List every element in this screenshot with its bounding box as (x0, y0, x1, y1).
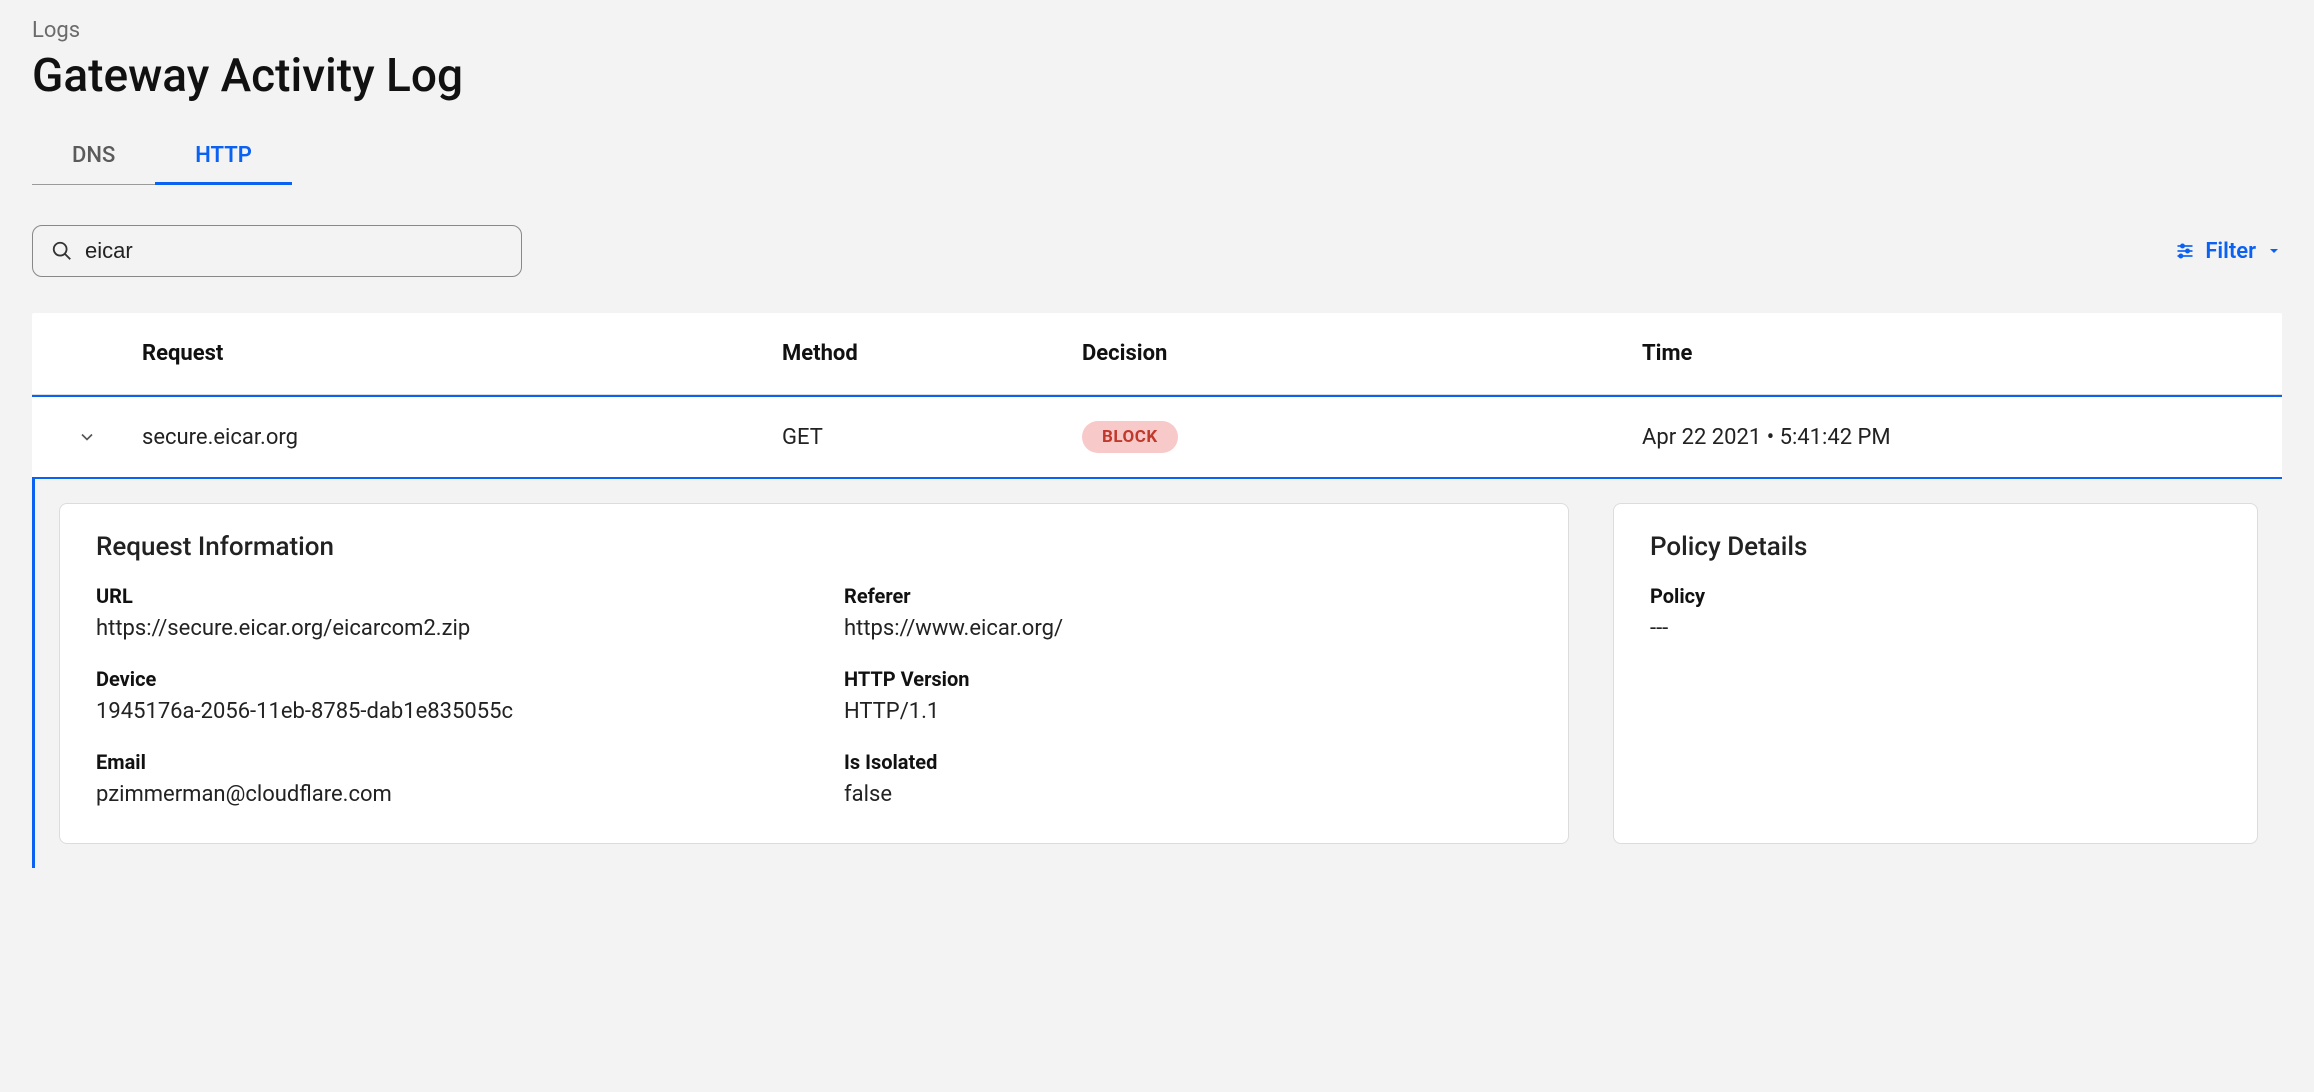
search-icon (51, 240, 73, 262)
policy-details-panel: Policy Details Policy --- (1613, 503, 2258, 844)
caret-down-icon (2266, 243, 2282, 259)
request-info-title: Request Information (96, 532, 1532, 562)
log-table: Request Method Decision Time secure.eica… (32, 313, 2282, 868)
email-value: pzimmerman@cloudflare.com (96, 782, 784, 807)
device-label: Device (96, 667, 784, 691)
col-method: Method (782, 341, 1082, 366)
decision-badge: BLOCK (1082, 421, 1178, 453)
search-input[interactable] (85, 238, 503, 264)
filter-sliders-icon (2175, 241, 2195, 261)
filter-label: Filter (2205, 239, 2256, 264)
table-row[interactable]: secure.eicar.org GET BLOCK Apr 22 2021 •… (32, 395, 2282, 479)
table-header: Request Method Decision Time (32, 313, 2282, 395)
referer-value: https://www.eicar.org/ (844, 616, 1532, 641)
referer-label: Referer (844, 584, 1532, 608)
request-info-panel: Request Information URL https://secure.e… (59, 503, 1569, 844)
http-version-label: HTTP Version (844, 667, 1532, 691)
col-request: Request (142, 341, 782, 366)
cell-request: secure.eicar.org (142, 425, 782, 450)
tab-http[interactable]: HTTP (155, 133, 292, 185)
device-value: 1945176a-2056-11eb-8785-dab1e835055c (96, 699, 784, 724)
policy-label: Policy (1650, 584, 2221, 608)
url-label: URL (96, 584, 784, 608)
url-value: https://secure.eicar.org/eicarcom2.zip (96, 616, 784, 641)
page-title: Gateway Activity Log (32, 49, 2282, 103)
chevron-down-icon[interactable] (77, 427, 97, 447)
tab-dns[interactable]: DNS (32, 133, 155, 185)
tabs: DNS HTTP (32, 133, 2282, 185)
policy-details-title: Policy Details (1650, 532, 2221, 562)
http-version-value: HTTP/1.1 (844, 699, 1532, 724)
filter-button[interactable]: Filter (2175, 239, 2282, 264)
cell-method: GET (782, 425, 1082, 450)
cell-time: Apr 22 2021 • 5:41:42 PM (1642, 425, 2282, 450)
policy-value: --- (1650, 616, 2221, 641)
expanded-details: Request Information URL https://secure.e… (32, 479, 2282, 868)
search-box[interactable] (32, 225, 522, 277)
cell-decision: BLOCK (1082, 421, 1642, 453)
breadcrumb[interactable]: Logs (32, 18, 2282, 43)
isolated-label: Is Isolated (844, 750, 1532, 774)
isolated-value: false (844, 782, 1532, 807)
col-time: Time (1642, 341, 2282, 366)
col-decision: Decision (1082, 341, 1642, 366)
email-label: Email (96, 750, 784, 774)
